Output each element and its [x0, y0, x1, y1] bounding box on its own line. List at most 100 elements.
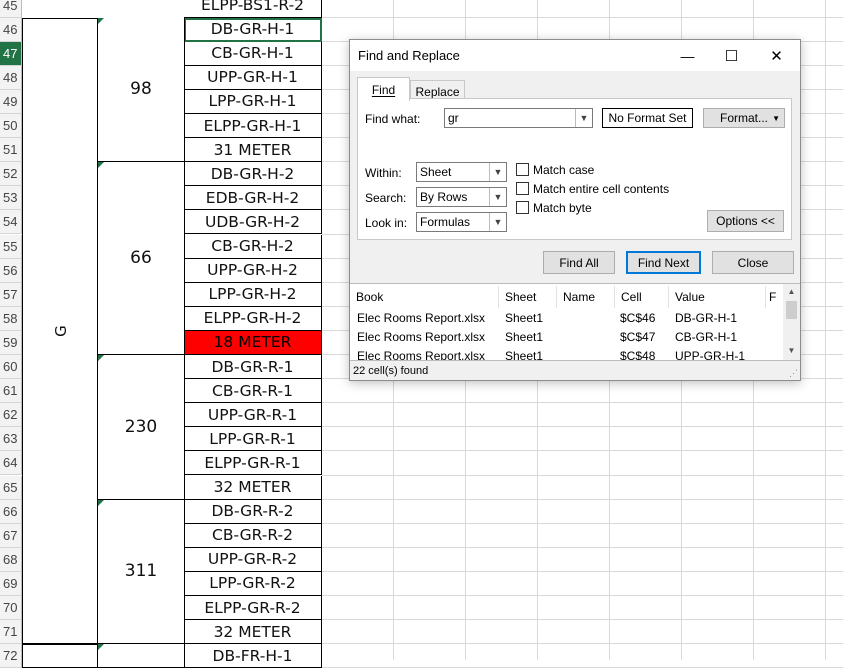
dialog-titlebar[interactable]: Find and Replace — ☐ ✕ — [350, 40, 800, 71]
row-header[interactable]: 68 — [0, 547, 22, 572]
row-header[interactable]: 61 — [0, 379, 22, 404]
within-select[interactable]: Sheet ▼ — [416, 162, 507, 182]
scroll-thumb[interactable] — [786, 301, 797, 319]
col-header-value[interactable]: Value — [669, 286, 766, 308]
match-entire-checkbox[interactable] — [516, 182, 529, 195]
cell-c[interactable]: ELPP-BS1-R-2 — [184, 0, 322, 18]
merged-cell-b[interactable]: 230 — [97, 355, 185, 500]
cell-c[interactable]: 31 METER — [184, 138, 322, 163]
cell-c[interactable]: UPP-GR-H-1 — [184, 65, 322, 90]
row-header[interactable]: 50 — [0, 114, 22, 139]
cell-c[interactable]: CB-GR-R-2 — [184, 523, 322, 548]
results-scrollbar[interactable]: ▲ ▼ — [783, 284, 800, 360]
row-header[interactable]: 57 — [0, 282, 22, 307]
row-header[interactable]: 45 — [0, 0, 22, 18]
row-header[interactable]: 69 — [0, 571, 22, 596]
results-list[interactable]: Book Sheet Name Cell Value F Elec Rooms … — [350, 283, 800, 360]
lookin-select[interactable]: Formulas ▼ — [416, 212, 507, 232]
row-header[interactable]: 56 — [0, 258, 22, 283]
result-cell[interactable]: $C$48 — [620, 349, 668, 360]
cell-c[interactable]: CB-GR-H-2 — [184, 234, 322, 259]
result-sheet[interactable]: Sheet1 — [505, 349, 560, 360]
active-cell[interactable]: DB-GR-H-1 — [184, 17, 322, 42]
row-header[interactable]: 64 — [0, 451, 22, 476]
close-button[interactable]: Close — [712, 251, 794, 274]
row-header[interactable]: 49 — [0, 89, 22, 114]
row-header[interactable]: 47 — [0, 41, 22, 66]
row-header[interactable]: 60 — [0, 355, 22, 380]
row-header[interactable]: 52 — [0, 162, 22, 187]
resize-grip-icon[interactable]: ⋰ — [789, 368, 798, 379]
row-header[interactable]: 72 — [0, 644, 22, 668]
cell-c[interactable]: ELPP-GR-R-2 — [184, 596, 322, 621]
format-button[interactable]: Format... ▼ — [703, 108, 785, 128]
cell-c[interactable]: LPP-GR-R-2 — [184, 571, 322, 596]
merged-cell-a[interactable]: G — [22, 17, 98, 645]
cell-c[interactable]: DB-GR-H-2 — [184, 162, 322, 187]
cell-c[interactable]: DB-GR-R-2 — [184, 499, 322, 524]
result-cell[interactable]: $C$46 — [620, 311, 668, 325]
col-header-cell[interactable]: Cell — [615, 286, 669, 308]
col-header-name[interactable]: Name — [557, 286, 615, 308]
merged-cell-a[interactable] — [22, 644, 98, 668]
match-byte-checkbox[interactable] — [516, 201, 529, 214]
result-value[interactable]: UPP-GR-H-1 — [675, 349, 765, 360]
result-book[interactable]: Elec Rooms Report.xlsx — [357, 330, 497, 344]
row-header[interactable]: 70 — [0, 596, 22, 621]
cell-c[interactable]: CB-GR-R-1 — [184, 379, 322, 404]
row-header[interactable]: 48 — [0, 65, 22, 90]
cell-c[interactable]: 32 METER — [184, 620, 322, 645]
cell-c[interactable]: ELPP-GR-R-1 — [184, 451, 322, 476]
result-book[interactable]: Elec Rooms Report.xlsx — [357, 349, 497, 360]
cell-c[interactable]: ELPP-GR-H-1 — [184, 114, 322, 139]
row-header[interactable]: 62 — [0, 403, 22, 428]
cell-c[interactable]: EDB-GR-H-2 — [184, 186, 322, 211]
row-header[interactable]: 65 — [0, 475, 22, 500]
cell-c[interactable]: LPP-GR-H-1 — [184, 89, 322, 114]
cell-c[interactable]: UPP-GR-R-1 — [184, 403, 322, 428]
row-header[interactable]: 63 — [0, 427, 22, 452]
search-select[interactable]: By Rows ▼ — [416, 187, 507, 207]
find-next-button[interactable]: Find Next — [626, 251, 701, 274]
chevron-down-icon[interactable]: ▼ — [575, 109, 592, 127]
scroll-up-icon[interactable]: ▲ — [783, 284, 800, 299]
scroll-down-icon[interactable]: ▼ — [783, 343, 800, 358]
row-header[interactable]: 46 — [0, 17, 22, 42]
find-what-input[interactable]: gr ▼ — [444, 108, 593, 128]
minimize-icon[interactable]: — — [665, 40, 710, 71]
col-header-book[interactable]: Book — [350, 286, 499, 308]
row-header[interactable]: 71 — [0, 620, 22, 645]
chevron-down-icon[interactable]: ▼ — [489, 163, 506, 181]
cell-c[interactable]: DB-GR-R-1 — [184, 355, 322, 380]
merged-cell-b[interactable]: 98 — [97, 17, 185, 163]
cell-c[interactable]: 32 METER — [184, 475, 322, 500]
col-header-formula[interactable]: F — [766, 286, 783, 308]
row-header[interactable]: 59 — [0, 330, 22, 355]
result-book[interactable]: Elec Rooms Report.xlsx — [357, 311, 497, 325]
row-header[interactable]: 67 — [0, 523, 22, 548]
options-button[interactable]: Options << — [707, 210, 784, 232]
row-header[interactable]: 58 — [0, 306, 22, 331]
row-header[interactable]: 54 — [0, 210, 22, 235]
chevron-down-icon[interactable]: ▼ — [489, 188, 506, 206]
cell-c[interactable]: UDB-GR-H-2 — [184, 210, 322, 235]
cell-c[interactable]: LPP-GR-H-2 — [184, 282, 322, 307]
find-all-button[interactable]: Find All — [543, 251, 615, 274]
result-cell[interactable]: $C$47 — [620, 330, 668, 344]
cell-c[interactable]: UPP-GR-R-2 — [184, 547, 322, 572]
cell-c[interactable]: UPP-GR-H-2 — [184, 258, 322, 283]
cell-c[interactable]: CB-GR-H-1 — [184, 41, 322, 66]
row-header[interactable]: 53 — [0, 186, 22, 211]
cell-c[interactable]: LPP-GR-R-1 — [184, 427, 322, 452]
result-value[interactable]: DB-GR-H-1 — [675, 311, 765, 325]
result-value[interactable]: CB-GR-H-1 — [675, 330, 765, 344]
row-header[interactable]: 51 — [0, 138, 22, 163]
merged-cell-b[interactable] — [97, 644, 185, 668]
cell-c[interactable]: ELPP-GR-H-2 — [184, 306, 322, 331]
row-header[interactable]: 66 — [0, 499, 22, 524]
maximize-icon[interactable]: ☐ — [709, 40, 754, 71]
merged-cell-b[interactable]: 66 — [97, 162, 185, 355]
close-icon[interactable]: ✕ — [754, 40, 799, 71]
result-sheet[interactable]: Sheet1 — [505, 330, 560, 344]
chevron-down-icon[interactable]: ▼ — [489, 213, 506, 231]
